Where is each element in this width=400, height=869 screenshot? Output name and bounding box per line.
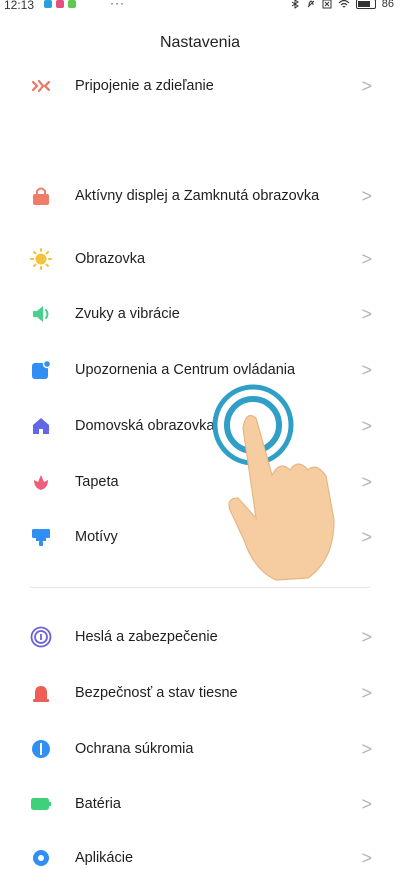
alarm-icon [30,682,52,704]
settings-item-label: Batéria [75,795,121,812]
app-notification-icon [68,0,76,8]
telegram-icon [44,0,52,8]
chevron-right-icon: > [361,471,372,492]
chevron-right-icon: > [361,526,372,547]
privacy-icon [30,738,52,760]
chevron-right-icon: > [361,248,372,269]
chevron-right-icon: > [361,682,372,703]
chevron-right-icon: > [361,75,372,96]
settings-item-sound[interactable]: Zvuky a vibrácie > [0,303,400,325]
settings-item-home-screen[interactable]: Domovská obrazovka > [0,415,400,437]
settings-item-label: Domovská obrazovka [75,417,215,434]
chevron-right-icon: > [361,185,372,206]
sun-icon [30,248,52,270]
chevron-right-icon: > [361,793,372,814]
settings-item-label: Bezpečnosť a stav tiesne [75,684,238,701]
battery-icon [30,793,52,815]
gear-icon [30,847,52,869]
settings-item-emergency[interactable]: Bezpečnosť a stav tiesne > [0,682,400,704]
settings-item-label: Aktívny displej a Zamknutá obrazovka [75,187,320,204]
settings-item-display[interactable]: Obrazovka > [0,248,400,270]
more-notifications-icon: ··· [110,0,125,10]
settings-item-label: Heslá a zabezpečenie [75,628,218,645]
settings-item-passwords-security[interactable]: Heslá a zabezpečenie > [0,626,400,648]
home-icon [30,415,52,437]
settings-item-label: Ochrana súkromia [75,740,194,757]
page-title: Nastavenia [159,34,241,51]
chevron-right-icon: > [361,415,372,436]
brush-icon [30,526,52,548]
section-divider [30,587,370,588]
settings-item-label: Aplikácie [75,849,134,866]
battery-percent: 86 [381,0,394,10]
bluetooth-icon [291,0,299,9]
wifi-icon [338,0,350,8]
settings-item-privacy[interactable]: Ochrana súkromia > [0,738,400,760]
notification-icon [30,359,52,381]
settings-item-notifications[interactable]: Upozornenia a Centrum ovládania > [0,359,400,381]
battery-icon [355,0,376,9]
mute-icon [307,0,315,8]
settings-item-apps[interactable]: Aplikácie > [0,847,400,869]
chevron-right-icon: > [361,847,372,868]
settings-item-themes[interactable]: Motívy > [0,526,400,548]
flower-icon [30,471,52,493]
settings-item-label: Pripojenie a zdieľanie [75,77,214,94]
chevron-right-icon: > [361,738,372,759]
chevron-right-icon: > [361,626,372,647]
settings-item-connection-sharing[interactable]: Pripojenie a zdieľanie > [0,74,400,98]
chevron-right-icon: > [361,303,372,324]
fingerprint-icon [30,626,52,648]
settings-item-label: Zvuky a vibrácie [75,305,180,322]
settings-item-label: Obrazovka [75,250,146,267]
settings-item-label: Upozornenia a Centrum ovládania [75,361,296,378]
settings-item-label: Tapeta [75,473,119,490]
lock-icon [30,185,52,207]
app-notification-icon [56,0,64,8]
settings-item-label: Motívy [75,528,118,545]
settings-item-wallpaper[interactable]: Tapeta > [0,471,400,493]
settings-item-lockscreen[interactable]: Aktívny displej a Zamknutá obrazovka > [0,177,400,215]
speaker-icon [30,303,52,325]
sim-off-icon [322,0,332,9]
chevron-right-icon: > [361,359,372,380]
share-icon [30,75,52,97]
settings-item-battery[interactable]: Batéria > [0,793,400,815]
status-time: 12:13 [4,0,35,12]
status-bar: 12:13 ··· 86 [0,0,400,14]
